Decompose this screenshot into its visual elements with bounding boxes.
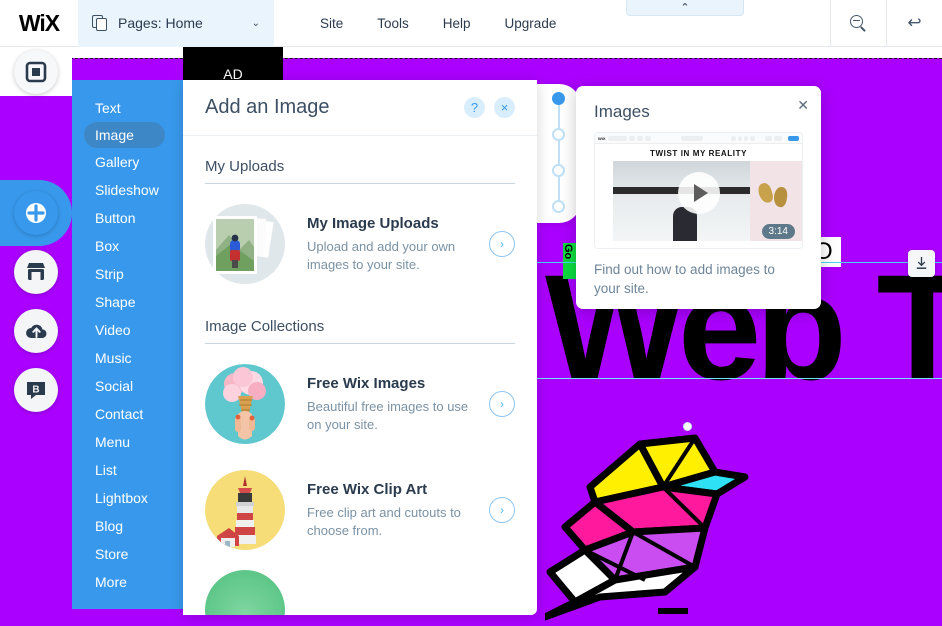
- category-item-box[interactable]: Box: [72, 232, 183, 260]
- category-item-lightbox[interactable]: Lightbox: [72, 484, 183, 512]
- add-category-list[interactable]: Text Image Gallery Slideshow Button Box …: [72, 80, 183, 609]
- category-item-shape[interactable]: Shape: [72, 288, 183, 316]
- top-bar-right-group: ↩: [830, 0, 942, 47]
- pages-icon: [92, 14, 109, 32]
- chevron-down-icon: ⌄: [251, 17, 260, 29]
- video-mock-topbar: WiX: [595, 133, 802, 144]
- add-panel-title: Add an Image: [205, 96, 330, 118]
- add-an-image-panel: Add an Image ? × My Uploads My Image Upl…: [183, 80, 537, 615]
- menu-item-site[interactable]: Site: [320, 16, 343, 31]
- category-item-strip[interactable]: Strip: [72, 260, 183, 288]
- lighthouse-thumbnail: [205, 470, 285, 550]
- list-item-heading: Free Wix Clip Art: [307, 480, 428, 498]
- section-title-my-uploads: My Uploads: [205, 136, 515, 184]
- wix-editor-window: AD Web T O Go B Text Image Gallery Slide…: [0, 0, 942, 626]
- list-item-heading: Free Wix Images: [307, 374, 426, 392]
- cotton-candy-thumbnail: [205, 364, 285, 444]
- stepper-track: [558, 98, 560, 208]
- canvas-vertical-stepper[interactable]: [537, 84, 581, 223]
- canvas-guide-line-bottom: [535, 378, 942, 379]
- category-item-blog[interactable]: Blog: [72, 512, 183, 540]
- editor-top-bar: WiX Pages: Home ⌄ Site Tools Help Upgrad…: [0, 0, 942, 47]
- tooltip-caption: Find out how to add images to your site.: [594, 262, 775, 296]
- stepper-dot-2[interactable]: [552, 128, 565, 141]
- blog-bubble-icon: B: [27, 382, 45, 399]
- stepper-dot-1[interactable]: [552, 92, 565, 105]
- images-help-tooltip: ✕ Images WiX TWIST IN MY REALITY 3:14 Fi…: [576, 86, 821, 309]
- video-duration-badge: 3:14: [761, 224, 795, 239]
- list-item[interactable]: My Image Uploads Upload and add your own…: [205, 190, 515, 296]
- zoom-out-button[interactable]: [831, 0, 886, 47]
- list-item-description: Beautiful free images to use on your sit…: [307, 398, 469, 432]
- video-mock-logo: WiX: [598, 135, 606, 141]
- list-item-text: Free Wix Images Beautiful free images to…: [285, 375, 489, 433]
- my-uploads-button[interactable]: [14, 309, 58, 353]
- list-item-description: Upload and add your own images to your s…: [307, 238, 456, 272]
- list-item-description: Free clip art and cutouts to choose from…: [307, 504, 461, 538]
- download-icon[interactable]: [908, 250, 935, 277]
- category-item-music[interactable]: Music: [72, 344, 183, 372]
- category-item-gallery[interactable]: Gallery: [72, 148, 183, 176]
- canvas-guide-handle[interactable]: [683, 422, 692, 431]
- category-item-social[interactable]: Social: [72, 372, 183, 400]
- pages-dropdown[interactable]: Pages: Home ⌄: [78, 0, 274, 47]
- tooltip-video-thumbnail[interactable]: WiX TWIST IN MY REALITY 3:14: [594, 132, 803, 249]
- svg-text:B: B: [32, 385, 39, 396]
- category-item-button[interactable]: Button: [72, 204, 183, 232]
- list-item-text: Free Wix Clip Art Free clip art and cuto…: [285, 481, 489, 539]
- add-apps-button[interactable]: [14, 250, 58, 294]
- category-item-list[interactable]: List: [72, 456, 183, 484]
- menu-item-tools[interactable]: Tools: [377, 16, 409, 31]
- list-item-heading: My Image Uploads: [307, 214, 439, 232]
- photos-stack-thumbnail: [205, 204, 285, 284]
- next-collection-thumbnail-peek[interactable]: [205, 570, 285, 615]
- blog-button[interactable]: B: [14, 368, 58, 412]
- section-title-image-collections: Image Collections: [205, 296, 515, 344]
- category-item-menu[interactable]: Menu: [72, 428, 183, 456]
- section-dashed-boundary: [0, 58, 942, 59]
- plus-circle-icon: [26, 203, 46, 223]
- top-menu: Site Tools Help Upgrade: [320, 16, 556, 31]
- add-elements-button[interactable]: [14, 191, 58, 235]
- square-icon: [25, 61, 47, 83]
- list-item-text: My Image Uploads Upload and add your own…: [285, 215, 489, 273]
- add-panel-header: Add an Image ? ×: [183, 80, 537, 136]
- stepper-dot-3[interactable]: [552, 164, 565, 177]
- store-icon: [27, 263, 45, 280]
- stepper-dot-4[interactable]: [552, 200, 565, 213]
- category-item-video[interactable]: Video: [72, 316, 183, 344]
- tooltip-close-icon[interactable]: ✕: [797, 97, 809, 114]
- undo-icon: ↩: [907, 13, 922, 32]
- add-panel-body: My Uploads My Image Uploads Upload and a…: [183, 136, 537, 615]
- category-item-slideshow[interactable]: Slideshow: [72, 176, 183, 204]
- undo-button[interactable]: ↩: [887, 0, 942, 47]
- menu-item-help[interactable]: Help: [443, 16, 471, 31]
- close-icon[interactable]: ×: [494, 97, 515, 118]
- tooltip-title: Images: [594, 102, 650, 121]
- category-item-image[interactable]: Image: [84, 122, 165, 148]
- play-icon[interactable]: [677, 171, 720, 214]
- bird-illustration[interactable]: [545, 432, 785, 626]
- canvas-top-white-band: [0, 47, 942, 58]
- category-item-more[interactable]: More: [72, 568, 183, 596]
- cloud-upload-icon: [25, 324, 47, 339]
- list-item[interactable]: Free Wix Images Beautiful free images to…: [205, 350, 515, 456]
- video-mock-headline: TWIST IN MY REALITY: [649, 149, 748, 158]
- chevron-right-icon[interactable]: ›: [489, 497, 515, 523]
- zoom-out-icon: [850, 14, 867, 32]
- menus-and-pages-button[interactable]: [14, 50, 58, 94]
- category-item-store[interactable]: Store: [72, 540, 183, 568]
- chevron-right-icon[interactable]: ›: [489, 391, 515, 417]
- category-item-text[interactable]: Text: [72, 94, 183, 122]
- menu-item-upgrade[interactable]: Upgrade: [505, 16, 557, 31]
- list-item[interactable]: Free Wix Clip Art Free clip art and cuto…: [205, 456, 515, 562]
- collapse-toolbar-tab[interactable]: ⌃: [626, 0, 744, 16]
- chevron-right-icon[interactable]: ›: [489, 231, 515, 257]
- wix-logo[interactable]: WiX: [0, 10, 78, 37]
- pages-dropdown-label: Pages: Home: [118, 15, 203, 31]
- category-item-contact[interactable]: Contact: [72, 400, 183, 428]
- left-tool-rail: B: [0, 47, 72, 626]
- help-icon[interactable]: ?: [464, 97, 485, 118]
